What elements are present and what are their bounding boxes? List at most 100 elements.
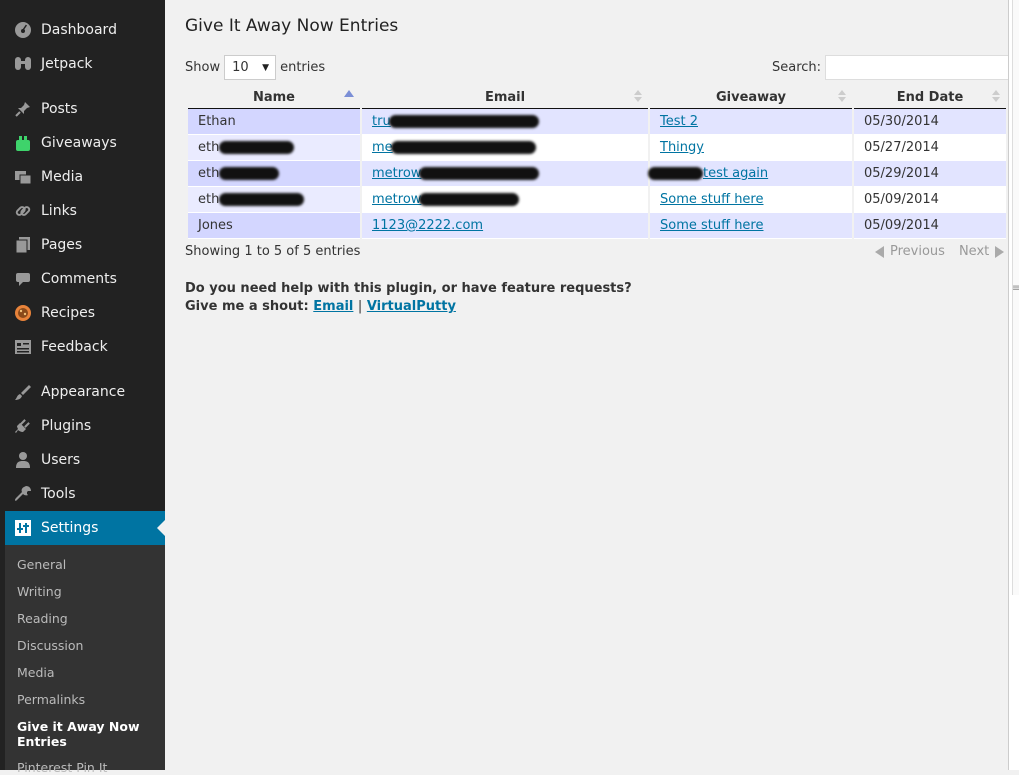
giveaway-link[interactable]: Test 2: [660, 114, 698, 129]
cell-giveaway: Test 2: [650, 109, 852, 135]
user-icon: [13, 450, 33, 470]
redaction-mark: [219, 141, 295, 154]
menu-plugins[interactable]: Plugins: [0, 409, 165, 443]
menu-posts[interactable]: Posts: [0, 92, 165, 126]
column-header-label: End Date: [896, 89, 964, 105]
submenu-media[interactable]: Media: [17, 665, 55, 680]
menu-users[interactable]: Users: [0, 443, 165, 477]
search-input[interactable]: [825, 55, 1014, 80]
submenu-writing[interactable]: Writing: [17, 584, 62, 599]
submenu-discussion[interactable]: Discussion: [17, 638, 83, 653]
link-icon: [13, 201, 33, 221]
help-text: Do you need help with this plugin, or ha…: [185, 280, 632, 316]
submenu-give-it-away-now-entries[interactable]: Give it Away Now Entries: [17, 719, 157, 749]
cell-end-date: 05/30/2014: [854, 109, 1006, 135]
menu-settings-label: Settings: [41, 520, 99, 536]
plugin-icon: [13, 416, 33, 436]
email-help-link[interactable]: Email: [313, 299, 353, 314]
email-link[interactable]: metrow: [372, 166, 421, 181]
menu-links[interactable]: Links: [0, 194, 165, 228]
name-text: Jones: [198, 218, 233, 233]
cell-end-date: 05/29/2014: [854, 161, 1006, 187]
menu-plugins-label: Plugins: [41, 418, 92, 434]
pagination: Previous Next: [875, 244, 1005, 259]
scrollbar-thumb[interactable]: [1012, 0, 1019, 595]
cell-end-date: 05/09/2014: [854, 187, 1006, 213]
previous-arrow-icon: [875, 245, 884, 258]
submenu-pinterest-pin-it[interactable]: Pinterest Pin It: [17, 760, 107, 775]
menu-feedback[interactable]: Feedback: [0, 330, 165, 364]
email-link[interactable]: 1123@2222.com: [372, 218, 483, 233]
giveaway-link[interactable]: Some stuff here: [660, 192, 764, 207]
email-text: metrow: [372, 192, 422, 207]
virtualputty-link[interactable]: VirtualPutty: [367, 299, 456, 314]
redaction-mark: [219, 193, 305, 206]
giveaway-link[interactable]: test again: [703, 166, 768, 181]
giveaway-link[interactable]: Some stuff here: [660, 218, 764, 233]
submenu-permalinks[interactable]: Permalinks: [17, 692, 85, 707]
cell-giveaway: Some stuff here: [650, 187, 852, 213]
menu-settings[interactable]: Settings: [5, 511, 165, 545]
cell-name: eth: [188, 161, 360, 187]
media-icon: [13, 167, 33, 187]
column-header-label: Name: [252, 89, 295, 105]
menu-media[interactable]: Media: [0, 160, 165, 194]
table-info: Showing 1 to 5 of 5 entries: [185, 244, 361, 259]
email-link[interactable]: metrow: [372, 192, 421, 207]
previous-button[interactable]: Previous: [890, 244, 945, 259]
table-row: Ethan tru Test 2 05/30/2014: [188, 109, 1006, 135]
menu-tools[interactable]: Tools: [0, 477, 165, 511]
column-header-name[interactable]: Name: [188, 86, 360, 109]
entries-length-select[interactable]: 10 ▼: [224, 55, 277, 80]
menu-giveaways-label: Giveaways: [41, 135, 117, 151]
wrench-icon: [13, 484, 33, 504]
menu-users-label: Users: [41, 452, 81, 468]
help-line-2: Give me a shout: Email | VirtualPutty: [185, 298, 632, 316]
sort-both-icon: [992, 90, 1000, 102]
comment-icon: [13, 269, 33, 289]
menu-jetpack[interactable]: Jetpack: [0, 47, 165, 81]
feedback-icon: [13, 337, 33, 357]
submenu-reading[interactable]: Reading: [17, 611, 68, 626]
menu-tools-label: Tools: [41, 486, 76, 502]
menu-appearance-label: Appearance: [41, 384, 126, 400]
menu-jetpack-label: Jetpack: [41, 56, 93, 72]
menu-dashboard[interactable]: Dashboard: [0, 13, 165, 47]
email-link[interactable]: me: [372, 140, 393, 155]
menu-pages[interactable]: Pages: [0, 228, 165, 262]
cell-name: Ethan: [188, 109, 360, 135]
pages-icon: [13, 235, 33, 255]
column-header-email[interactable]: Email: [362, 86, 648, 109]
column-header-label: Email: [484, 89, 526, 105]
redaction-mark: [419, 167, 540, 180]
menu-recipes[interactable]: Recipes: [0, 296, 165, 330]
name-text: eth: [198, 140, 220, 155]
column-header-end-date[interactable]: End Date: [854, 86, 1006, 109]
help-prefix: Give me a shout:: [185, 299, 309, 314]
menu-appearance[interactable]: Appearance: [0, 375, 165, 409]
next-button[interactable]: Next: [959, 244, 989, 259]
cell-name: eth: [188, 135, 360, 161]
giveaway-icon: [13, 133, 33, 153]
column-header-giveaway[interactable]: Giveaway: [650, 86, 852, 109]
table-row: Jones 1123@2222.com Some stuff here 05/0…: [188, 213, 1006, 239]
menu-posts-label: Posts: [41, 101, 78, 117]
sort-both-icon: [838, 90, 846, 102]
sort-both-icon: [634, 90, 642, 102]
email-text: metrow: [372, 166, 422, 181]
giveaway-link[interactable]: Thingy: [660, 140, 704, 155]
search-control: Search:: [772, 55, 1014, 80]
column-header-label: Giveaway: [715, 89, 787, 105]
cell-giveaway: Thingy: [650, 135, 852, 161]
grip-icon: ≡: [1012, 283, 1019, 294]
brush-icon: [13, 382, 33, 402]
settings-icon: [13, 518, 33, 538]
menu-comments[interactable]: Comments: [0, 262, 165, 296]
table-row: eth metrow test again 05/29/2014: [188, 161, 1006, 187]
cell-name: eth: [188, 187, 360, 213]
email-link[interactable]: tru: [372, 114, 391, 129]
admin-sidebar: Dashboard Jetpack Posts Giveaways Media …: [0, 0, 165, 775]
submenu-general[interactable]: General: [17, 557, 66, 572]
cell-end-date: 05/27/2014: [854, 135, 1006, 161]
menu-giveaways[interactable]: Giveaways: [0, 126, 165, 160]
